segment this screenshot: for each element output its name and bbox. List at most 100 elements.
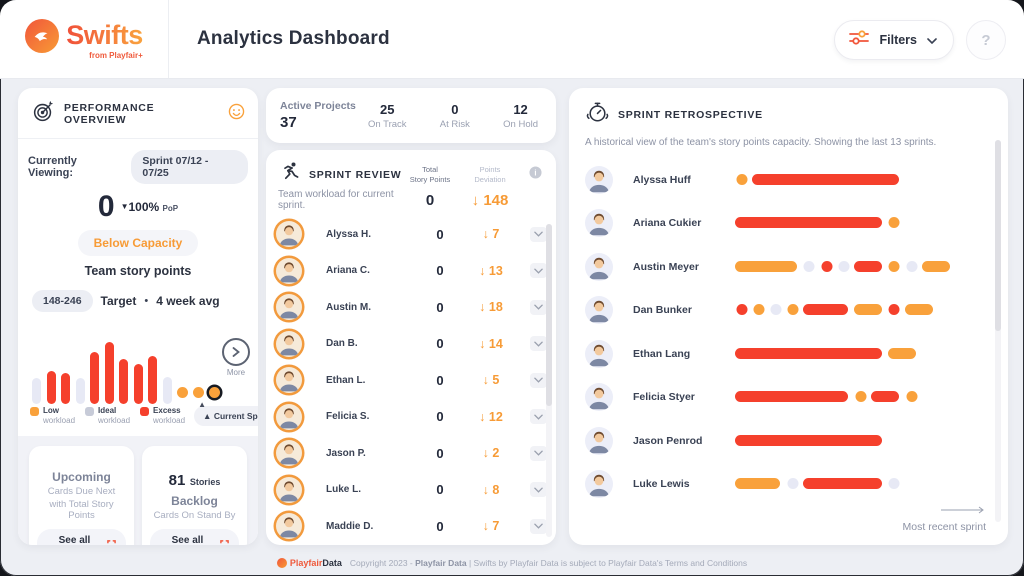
- member-name: Jason P.: [316, 448, 418, 459]
- expand-row-button[interactable]: [530, 373, 547, 388]
- member-deviation: ↓ 2: [462, 446, 520, 460]
- info-icon[interactable]: i: [522, 166, 548, 184]
- playfair-data-logo[interactable]: PlayfairData: [277, 558, 342, 568]
- scrollbar[interactable]: [546, 224, 552, 537]
- legend-swatch: [140, 407, 149, 416]
- sprint-bar: [735, 435, 882, 446]
- sprint-bar: [752, 174, 899, 185]
- header: Swifts from Playfair+ Analytics Dashboar…: [0, 0, 1024, 79]
- panel-title: SPRINT REVIEW: [309, 169, 401, 181]
- capacity-bar: [105, 318, 115, 404]
- stopwatch-icon: [585, 100, 610, 130]
- pop-change: ▼100% PoP: [121, 200, 179, 214]
- smiley-icon[interactable]: [228, 103, 245, 125]
- expand-row-button[interactable]: [530, 446, 547, 461]
- capacity-bar: [32, 318, 42, 404]
- sprint-bar: [888, 348, 916, 359]
- capacity-bar: [193, 318, 204, 404]
- avatar: [585, 209, 613, 237]
- expand-row-button[interactable]: [530, 409, 547, 424]
- down-triangle-icon: ▼: [121, 202, 129, 211]
- filters-button[interactable]: Filters: [834, 20, 954, 60]
- sprint-dot: [821, 261, 832, 272]
- person-name: Dan Bunker: [625, 304, 733, 316]
- retrospective-rows: Alyssa Huff Ariana Cukier Austin Meyer D…: [585, 158, 992, 506]
- story-points-value: 0: [98, 190, 115, 224]
- avatar: [585, 340, 613, 368]
- active-projects-value: 37: [280, 114, 364, 131]
- member-name: Felicia S.: [316, 411, 418, 422]
- avatar: [276, 367, 302, 393]
- member-name: Maddie D.: [316, 521, 418, 532]
- more-button[interactable]: [222, 338, 250, 366]
- sprint-bar: [803, 478, 882, 489]
- member-points: 0: [418, 519, 462, 534]
- scrollbar[interactable]: [995, 140, 1001, 522]
- current-sprint-pill[interactable]: ▲ Current Sprint: [194, 406, 258, 426]
- sprint-history-chart: [733, 174, 954, 186]
- member-deviation: ↓ 7: [462, 227, 520, 241]
- expand-row-button[interactable]: [530, 300, 547, 315]
- scrollbar-thumb[interactable]: [546, 224, 552, 406]
- see-all-cards-button[interactable]: See all cards: [37, 529, 126, 545]
- retro-row: Alyssa Huff: [585, 158, 992, 202]
- capacity-bar: [177, 318, 188, 404]
- expand-row-button[interactable]: [530, 227, 547, 242]
- logo[interactable]: Swifts from Playfair+: [0, 0, 169, 78]
- total-story-points: 0: [402, 192, 458, 209]
- sprint-bar: [922, 261, 950, 272]
- panel-title: SPRINT RETROSPECTIVE: [618, 109, 763, 121]
- legend-swatch: [30, 407, 39, 416]
- scrollbar-thumb[interactable]: [995, 140, 1001, 331]
- sprint-dot: [889, 478, 900, 489]
- help-button[interactable]: ?: [966, 20, 1006, 60]
- sprint-bar: [854, 261, 882, 272]
- avatar: [276, 221, 302, 247]
- expand-row-button[interactable]: [530, 519, 547, 534]
- target-range-pill[interactable]: 148-246: [32, 290, 93, 312]
- member-deviation: ↓ 7: [462, 519, 520, 533]
- backlog-card: 81 Stories Backlog Cards On Stand By See…: [142, 446, 247, 545]
- sprint-bar: [905, 304, 933, 315]
- capacity-status-badge: Below Capacity: [78, 230, 199, 256]
- backlog-title: Backlog: [171, 494, 218, 508]
- avatar: [276, 477, 302, 503]
- member-row: Dan B. 0 ↓ 14: [266, 326, 556, 363]
- mini-bird-icon: [277, 558, 287, 568]
- footer: PlayfairData Copyright 2023 - Playfair D…: [0, 550, 1024, 576]
- member-deviation: ↓ 13: [462, 264, 520, 278]
- member-deviation: ↓ 8: [462, 483, 520, 497]
- person-name: Luke Lewis: [625, 478, 733, 490]
- expand-row-button[interactable]: [530, 336, 547, 351]
- right-arrow-icon: [940, 506, 986, 514]
- sprint-dot: [736, 174, 747, 185]
- sprint-dot: [889, 304, 900, 315]
- sprint-dot: [855, 391, 866, 402]
- avatar: [276, 404, 302, 430]
- sprint-dot: [736, 304, 747, 315]
- member-points: 0: [418, 263, 462, 278]
- currently-viewing-label: Currently Viewing:: [28, 155, 124, 179]
- see-all-cards-button[interactable]: See all cards: [150, 529, 239, 545]
- member-name: Austin M.: [316, 302, 418, 313]
- upcoming-sub2: with Total Story Points: [37, 499, 126, 521]
- member-deviation: ↓ 14: [462, 337, 520, 351]
- member-name: Ariana C.: [316, 265, 418, 276]
- sprint-range-pill[interactable]: Sprint 07/12 - 07/25: [131, 150, 248, 184]
- member-row: Luke L. 0 ↓ 8: [266, 472, 556, 509]
- col-total-story-points: Total Story Points: [402, 165, 458, 185]
- avatar: [276, 513, 302, 539]
- expand-row-button[interactable]: [530, 482, 547, 497]
- avatar: [585, 253, 613, 281]
- active-projects-card: Active Projects 37 25 On Track 0 At Risk…: [266, 88, 556, 143]
- sprint-history-chart: [733, 348, 954, 360]
- sprint-bar: [735, 217, 882, 228]
- member-name: Dan B.: [316, 338, 418, 349]
- project-stat: 25 On Track: [368, 102, 407, 130]
- separator-dot: •: [144, 295, 148, 307]
- expand-row-button[interactable]: [530, 263, 547, 278]
- member-points: 0: [418, 336, 462, 351]
- chevron-down-icon: [927, 31, 937, 49]
- avatar: [276, 258, 302, 284]
- capacity-bar: [163, 318, 173, 404]
